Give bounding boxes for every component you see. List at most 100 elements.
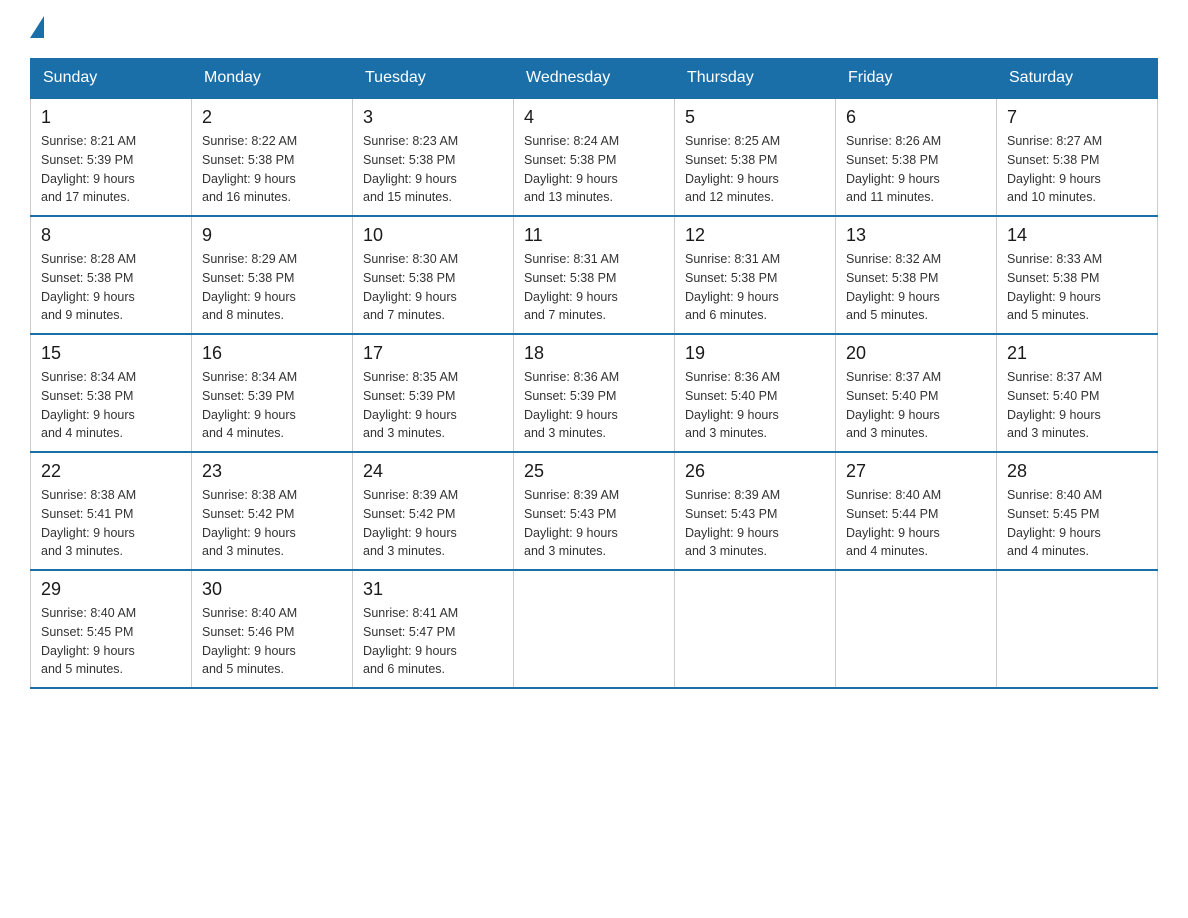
page-header	[30, 20, 1158, 38]
day-info: Sunrise: 8:21 AMSunset: 5:39 PMDaylight:…	[41, 132, 181, 207]
day-number: 25	[524, 461, 664, 482]
day-number: 7	[1007, 107, 1147, 128]
day-info: Sunrise: 8:39 AMSunset: 5:42 PMDaylight:…	[363, 486, 503, 561]
calendar-cell: 5 Sunrise: 8:25 AMSunset: 5:38 PMDayligh…	[675, 98, 836, 216]
day-info: Sunrise: 8:32 AMSunset: 5:38 PMDaylight:…	[846, 250, 986, 325]
calendar-cell: 4 Sunrise: 8:24 AMSunset: 5:38 PMDayligh…	[514, 98, 675, 216]
calendar-cell: 22 Sunrise: 8:38 AMSunset: 5:41 PMDaylig…	[31, 452, 192, 570]
day-info: Sunrise: 8:36 AMSunset: 5:39 PMDaylight:…	[524, 368, 664, 443]
day-info: Sunrise: 8:38 AMSunset: 5:42 PMDaylight:…	[202, 486, 342, 561]
day-number: 6	[846, 107, 986, 128]
day-info: Sunrise: 8:33 AMSunset: 5:38 PMDaylight:…	[1007, 250, 1147, 325]
day-number: 31	[363, 579, 503, 600]
day-number: 1	[41, 107, 181, 128]
calendar-cell: 2 Sunrise: 8:22 AMSunset: 5:38 PMDayligh…	[192, 98, 353, 216]
calendar-cell: 14 Sunrise: 8:33 AMSunset: 5:38 PMDaylig…	[997, 216, 1158, 334]
day-number: 28	[1007, 461, 1147, 482]
calendar-cell: 20 Sunrise: 8:37 AMSunset: 5:40 PMDaylig…	[836, 334, 997, 452]
calendar-cell: 19 Sunrise: 8:36 AMSunset: 5:40 PMDaylig…	[675, 334, 836, 452]
calendar-cell: 1 Sunrise: 8:21 AMSunset: 5:39 PMDayligh…	[31, 98, 192, 216]
calendar-cell: 28 Sunrise: 8:40 AMSunset: 5:45 PMDaylig…	[997, 452, 1158, 570]
day-info: Sunrise: 8:41 AMSunset: 5:47 PMDaylight:…	[363, 604, 503, 679]
logo	[30, 20, 46, 38]
day-number: 27	[846, 461, 986, 482]
day-info: Sunrise: 8:22 AMSunset: 5:38 PMDaylight:…	[202, 132, 342, 207]
day-number: 2	[202, 107, 342, 128]
day-info: Sunrise: 8:39 AMSunset: 5:43 PMDaylight:…	[685, 486, 825, 561]
day-number: 3	[363, 107, 503, 128]
day-number: 4	[524, 107, 664, 128]
day-number: 8	[41, 225, 181, 246]
weekday-header-sunday: Sunday	[31, 59, 192, 99]
calendar-cell: 18 Sunrise: 8:36 AMSunset: 5:39 PMDaylig…	[514, 334, 675, 452]
calendar-cell: 8 Sunrise: 8:28 AMSunset: 5:38 PMDayligh…	[31, 216, 192, 334]
day-info: Sunrise: 8:28 AMSunset: 5:38 PMDaylight:…	[41, 250, 181, 325]
calendar-cell: 17 Sunrise: 8:35 AMSunset: 5:39 PMDaylig…	[353, 334, 514, 452]
logo-text-block	[30, 20, 46, 38]
day-number: 17	[363, 343, 503, 364]
calendar-cell: 10 Sunrise: 8:30 AMSunset: 5:38 PMDaylig…	[353, 216, 514, 334]
calendar-week-row: 29 Sunrise: 8:40 AMSunset: 5:45 PMDaylig…	[31, 570, 1158, 688]
day-info: Sunrise: 8:23 AMSunset: 5:38 PMDaylight:…	[363, 132, 503, 207]
calendar-cell: 24 Sunrise: 8:39 AMSunset: 5:42 PMDaylig…	[353, 452, 514, 570]
day-info: Sunrise: 8:40 AMSunset: 5:46 PMDaylight:…	[202, 604, 342, 679]
calendar-table: SundayMondayTuesdayWednesdayThursdayFrid…	[30, 58, 1158, 689]
day-info: Sunrise: 8:39 AMSunset: 5:43 PMDaylight:…	[524, 486, 664, 561]
calendar-week-row: 1 Sunrise: 8:21 AMSunset: 5:39 PMDayligh…	[31, 98, 1158, 216]
calendar-cell: 26 Sunrise: 8:39 AMSunset: 5:43 PMDaylig…	[675, 452, 836, 570]
day-info: Sunrise: 8:27 AMSunset: 5:38 PMDaylight:…	[1007, 132, 1147, 207]
calendar-cell: 9 Sunrise: 8:29 AMSunset: 5:38 PMDayligh…	[192, 216, 353, 334]
day-number: 18	[524, 343, 664, 364]
day-info: Sunrise: 8:35 AMSunset: 5:39 PMDaylight:…	[363, 368, 503, 443]
calendar-cell: 21 Sunrise: 8:37 AMSunset: 5:40 PMDaylig…	[997, 334, 1158, 452]
calendar-cell: 31 Sunrise: 8:41 AMSunset: 5:47 PMDaylig…	[353, 570, 514, 688]
weekday-header-monday: Monday	[192, 59, 353, 99]
day-info: Sunrise: 8:34 AMSunset: 5:38 PMDaylight:…	[41, 368, 181, 443]
calendar-cell: 13 Sunrise: 8:32 AMSunset: 5:38 PMDaylig…	[836, 216, 997, 334]
day-number: 12	[685, 225, 825, 246]
day-number: 5	[685, 107, 825, 128]
weekday-header-row: SundayMondayTuesdayWednesdayThursdayFrid…	[31, 59, 1158, 99]
calendar-cell: 12 Sunrise: 8:31 AMSunset: 5:38 PMDaylig…	[675, 216, 836, 334]
weekday-header-friday: Friday	[836, 59, 997, 99]
calendar-cell: 6 Sunrise: 8:26 AMSunset: 5:38 PMDayligh…	[836, 98, 997, 216]
calendar-cell: 15 Sunrise: 8:34 AMSunset: 5:38 PMDaylig…	[31, 334, 192, 452]
day-info: Sunrise: 8:24 AMSunset: 5:38 PMDaylight:…	[524, 132, 664, 207]
calendar-cell	[514, 570, 675, 688]
day-number: 13	[846, 225, 986, 246]
calendar-cell: 3 Sunrise: 8:23 AMSunset: 5:38 PMDayligh…	[353, 98, 514, 216]
day-number: 24	[363, 461, 503, 482]
calendar-cell: 23 Sunrise: 8:38 AMSunset: 5:42 PMDaylig…	[192, 452, 353, 570]
calendar-cell: 16 Sunrise: 8:34 AMSunset: 5:39 PMDaylig…	[192, 334, 353, 452]
day-info: Sunrise: 8:25 AMSunset: 5:38 PMDaylight:…	[685, 132, 825, 207]
day-number: 23	[202, 461, 342, 482]
day-number: 10	[363, 225, 503, 246]
calendar-week-row: 22 Sunrise: 8:38 AMSunset: 5:41 PMDaylig…	[31, 452, 1158, 570]
day-number: 29	[41, 579, 181, 600]
day-number: 19	[685, 343, 825, 364]
calendar-cell: 30 Sunrise: 8:40 AMSunset: 5:46 PMDaylig…	[192, 570, 353, 688]
weekday-header-saturday: Saturday	[997, 59, 1158, 99]
day-info: Sunrise: 8:40 AMSunset: 5:45 PMDaylight:…	[41, 604, 181, 679]
calendar-cell: 7 Sunrise: 8:27 AMSunset: 5:38 PMDayligh…	[997, 98, 1158, 216]
calendar-cell	[836, 570, 997, 688]
calendar-cell	[997, 570, 1158, 688]
day-info: Sunrise: 8:26 AMSunset: 5:38 PMDaylight:…	[846, 132, 986, 207]
day-number: 22	[41, 461, 181, 482]
day-number: 30	[202, 579, 342, 600]
day-number: 21	[1007, 343, 1147, 364]
day-info: Sunrise: 8:40 AMSunset: 5:44 PMDaylight:…	[846, 486, 986, 561]
weekday-header-thursday: Thursday	[675, 59, 836, 99]
day-info: Sunrise: 8:36 AMSunset: 5:40 PMDaylight:…	[685, 368, 825, 443]
day-number: 14	[1007, 225, 1147, 246]
logo-triangle-icon	[30, 16, 44, 38]
day-info: Sunrise: 8:34 AMSunset: 5:39 PMDaylight:…	[202, 368, 342, 443]
calendar-cell	[675, 570, 836, 688]
day-number: 26	[685, 461, 825, 482]
calendar-week-row: 8 Sunrise: 8:28 AMSunset: 5:38 PMDayligh…	[31, 216, 1158, 334]
day-info: Sunrise: 8:31 AMSunset: 5:38 PMDaylight:…	[524, 250, 664, 325]
calendar-cell: 27 Sunrise: 8:40 AMSunset: 5:44 PMDaylig…	[836, 452, 997, 570]
calendar-cell: 25 Sunrise: 8:39 AMSunset: 5:43 PMDaylig…	[514, 452, 675, 570]
day-info: Sunrise: 8:37 AMSunset: 5:40 PMDaylight:…	[846, 368, 986, 443]
day-number: 20	[846, 343, 986, 364]
